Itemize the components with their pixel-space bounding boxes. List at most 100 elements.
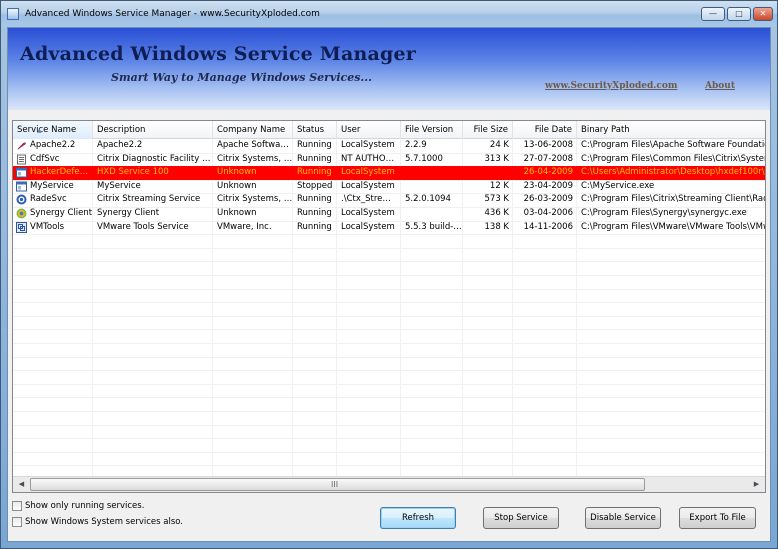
column-header-file-size[interactable]: File Size — [463, 121, 513, 139]
cell-user: LocalSystem — [341, 221, 395, 232]
citrix-icon — [16, 194, 27, 205]
column-header-user[interactable]: User — [337, 121, 401, 139]
app-window: Advanced Windows Service Manager - www.S… — [0, 0, 778, 549]
running-only-checkbox[interactable]: Show only running services. — [12, 500, 144, 513]
service-icon — [16, 167, 27, 178]
cell-file-date: 14-11-2006 — [523, 221, 573, 232]
cell-binary-path: C:\Users\Administrator\Desktop\hxdef100r… — [581, 167, 766, 178]
cell-binary-path: C:\Program Files\Citrix\Streaming Client… — [581, 194, 766, 205]
maximize-button[interactable]: □ — [727, 7, 751, 21]
show-system-checkbox[interactable]: Show Windows System services also. — [12, 516, 183, 529]
scroll-left-icon[interactable]: ◀ — [14, 478, 29, 491]
cell-description: MyService — [97, 180, 141, 191]
column-header-binary-path[interactable]: Binary Path — [577, 121, 765, 139]
app-icon — [7, 8, 19, 20]
column-header-file-date[interactable]: File Date — [513, 121, 577, 139]
cell-description: VMware Tools Service — [97, 221, 189, 232]
cell-binary-path: C:\Program Files\Synergy\synergyc.exe — [581, 208, 747, 218]
cell-file-size: 12 K — [489, 180, 509, 191]
service-row[interactable]: CdfSvc Citrix Diagnostic Facility C… Citri… — [13, 153, 766, 167]
row-gridline — [13, 424, 765, 426]
title-bar[interactable]: Advanced Windows Service Manager - www.S… — [1, 1, 777, 27]
service-row[interactable]: Apache2.2 Apache2.2 Apache Softwa… Running L… — [13, 139, 766, 153]
horizontal-scrollbar[interactable]: ◀ III ▶ — [13, 476, 765, 492]
row-gridline — [13, 451, 765, 453]
sort-ascending-icon: ▲ — [37, 127, 42, 134]
row-gridline — [13, 234, 765, 236]
cell-company-name: VMware, Inc. — [217, 221, 272, 232]
cell-status: Running — [297, 194, 332, 205]
row-gridline — [13, 247, 765, 249]
cell-file-size: 24 K — [489, 140, 509, 150]
row-gridline — [13, 315, 765, 317]
cell-file-size: 138 K — [484, 221, 510, 232]
column-header-description[interactable]: Description — [93, 121, 213, 139]
row-gridline — [13, 383, 765, 385]
cell-file-date: 03-04-2006 — [523, 208, 573, 218]
row-gridline — [13, 261, 765, 263]
feather-icon — [17, 142, 26, 150]
column-header-service-name[interactable]: Service Name ▲ — [13, 121, 93, 139]
cell-user: .\Ctx_Stre… — [341, 194, 391, 205]
minimize-button[interactable]: — — [701, 7, 725, 21]
cell-description: Synergy Client — [97, 208, 160, 218]
cell-file-size — [463, 166, 513, 180]
cell-binary-path: C:\Program Files\Common Files\Citrix\Sys… — [581, 153, 766, 164]
banner-title: Advanced Windows Service Manager — [20, 43, 417, 65]
document-icon — [17, 154, 26, 165]
cell-user: LocalSystem — [341, 140, 395, 150]
cell-file-date: 13-06-2008 — [523, 140, 573, 150]
cell-binary-path: C:\MyService.exe — [581, 180, 655, 191]
about-link[interactable]: About — [705, 81, 735, 91]
cell-file-date: 23-04-2009 — [523, 180, 573, 191]
cell-binary-path: C:\Program Files\Apache Software Foundat… — [581, 140, 766, 150]
cell-status: Running — [297, 208, 332, 218]
service-row[interactable]: Synergy Client Synergy Client Unknown Runni… — [13, 207, 765, 221]
column-header-file-version[interactable]: File Version — [401, 121, 463, 139]
cell-user: LocalSystem — [341, 167, 395, 178]
column-header-status[interactable]: Status — [293, 121, 337, 139]
service-row[interactable]: RadeSvc Citrix Streaming Service Citrix Sy… — [13, 193, 766, 207]
list-header: Service Name ▲ Description Company Name Stat… — [13, 121, 765, 139]
cell-file-date: 26-04-2009 — [523, 167, 573, 178]
services-list[interactable]: Service Name ▲ Description Company Name Stat… — [12, 120, 766, 493]
cell-description: HXD Service 100 — [97, 167, 169, 178]
scroll-right-icon[interactable]: ▶ — [749, 478, 764, 491]
cell-file-version — [401, 166, 463, 180]
cell-binary-path: C:\Program Files\VMware\VMware Tools\VMw… — [581, 221, 766, 232]
synergy-icon — [16, 208, 27, 219]
row-gridline — [13, 329, 765, 331]
cell-company-name: Apache Softwa… — [217, 140, 289, 150]
cell-file-version — [401, 207, 463, 221]
client-area: Advanced Windows Service Manager Smart W… — [7, 27, 771, 542]
scroll-thumb[interactable]: III — [30, 478, 645, 491]
cell-file-version: 5.2.0.1094 — [405, 194, 451, 205]
service-row[interactable]: VMTools VMware Tools Service VMware, Inc. R… — [13, 221, 766, 235]
row-gridline — [13, 370, 765, 372]
scroll-grip-icon: III — [331, 480, 339, 489]
cell-user: LocalSystem — [341, 180, 395, 191]
row-gridline — [13, 397, 765, 399]
website-link[interactable]: www.SecurityXploded.com — [545, 81, 677, 91]
cell-description: Citrix Streaming Service — [97, 194, 201, 205]
close-button[interactable]: ✕ — [753, 7, 773, 21]
column-header-company-name[interactable]: Company Name — [213, 121, 293, 139]
cell-file-version: 5.7.1000 — [405, 153, 443, 164]
stop-service-button[interactable]: Stop Service — [483, 507, 559, 529]
service-icon — [16, 181, 27, 192]
checkbox-box[interactable] — [12, 500, 22, 511]
cell-company-name: Unknown — [217, 208, 257, 218]
service-row[interactable]: MyService MyService Unknown Stopped LocalSys… — [13, 180, 765, 194]
cell-file-size: 573 K — [484, 194, 510, 205]
service-row[interactable]: HackerDefen… HXD Service 100 Unknown Runnin… — [13, 166, 766, 180]
row-gridline — [13, 343, 765, 344]
row-gridline — [13, 288, 765, 290]
cell-user: NT AUTHO… — [341, 153, 395, 164]
export-to-file-button[interactable]: Export To File — [679, 507, 756, 529]
cell-user: LocalSystem — [341, 208, 395, 218]
cell-description: Apache2.2 — [97, 140, 143, 150]
cell-file-version: 2.2.9 — [405, 140, 427, 150]
refresh-button[interactable]: Refresh — [380, 507, 456, 529]
disable-service-button[interactable]: Disable Service — [585, 507, 661, 529]
checkbox-box[interactable] — [12, 516, 22, 527]
